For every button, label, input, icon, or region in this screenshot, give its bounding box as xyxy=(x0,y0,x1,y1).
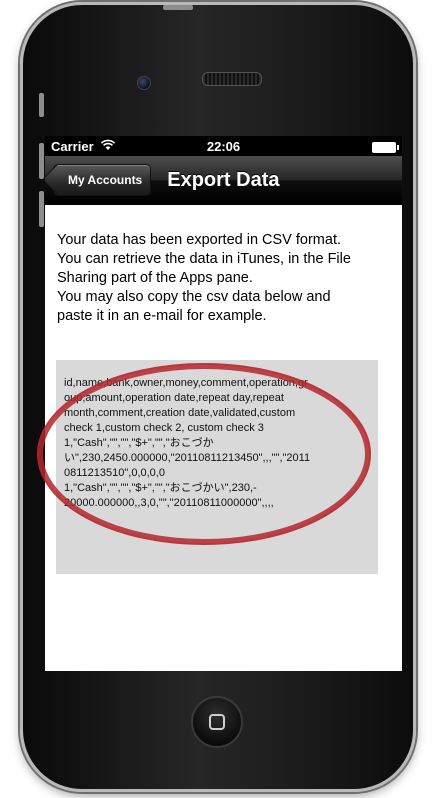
export-message: Your data has been exported in CSV forma… xyxy=(57,231,392,326)
back-button-my-accounts[interactable]: My Accounts xyxy=(53,164,152,196)
mute-switch xyxy=(39,93,44,117)
earpiece-speaker xyxy=(202,72,262,86)
volume-down-button xyxy=(39,191,44,227)
back-button-label: My Accounts xyxy=(68,173,143,187)
front-camera xyxy=(137,76,151,90)
csv-data-text[interactable]: id,name,bank,owner,money,comment,operati… xyxy=(56,360,378,511)
wifi-icon xyxy=(100,139,116,154)
page-title: Export Data xyxy=(167,168,280,191)
battery-icon xyxy=(372,142,399,153)
message-line: Sharing part of the Apps pane. xyxy=(57,270,253,286)
csv-text-view[interactable]: id,name,bank,owner,money,comment,operati… xyxy=(56,360,378,574)
message-line: You may also copy the csv data below and xyxy=(57,289,331,305)
phone-screen: Carrier 22:06 My Accounts Export Data Yo… xyxy=(45,136,402,671)
carrier-label: Carrier xyxy=(51,138,94,154)
volume-up-button xyxy=(39,143,44,179)
message-line: You can retrieve the data in iTunes, in … xyxy=(57,251,351,267)
status-time: 22:06 xyxy=(206,138,241,154)
navigation-bar: My Accounts Export Data xyxy=(45,156,402,205)
home-square-icon xyxy=(209,714,225,730)
sleep-button xyxy=(163,5,193,10)
main-content: Your data has been exported in CSV forma… xyxy=(45,205,402,574)
home-button[interactable] xyxy=(191,696,243,748)
message-line: paste it in an e-mail for example. xyxy=(57,308,267,324)
message-line: Your data has been exported in CSV forma… xyxy=(57,232,342,248)
status-bar: Carrier 22:06 xyxy=(45,136,402,156)
